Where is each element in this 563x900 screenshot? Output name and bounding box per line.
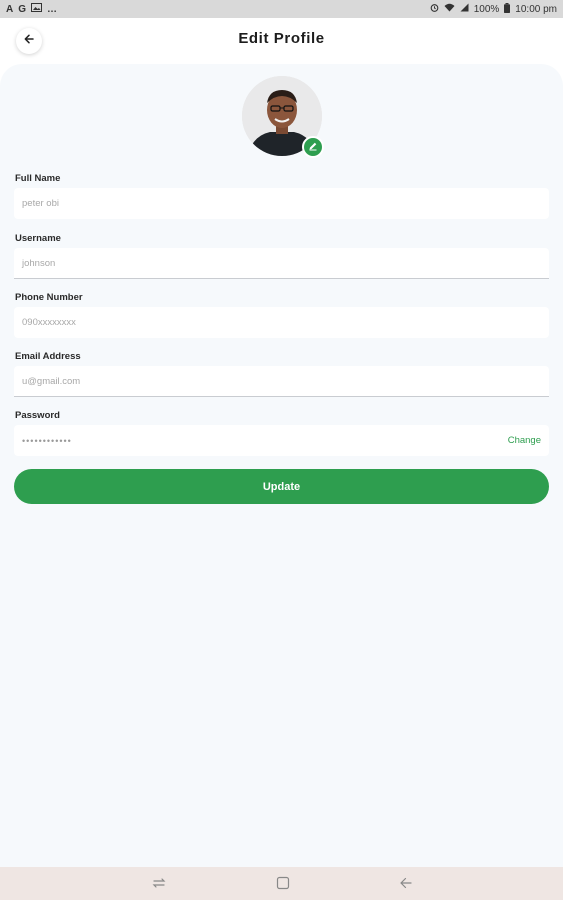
phone-value: 090xxxxxxxx — [22, 317, 76, 328]
email-field[interactable]: u@gmail.com — [14, 366, 549, 397]
username-field[interactable]: johnson — [14, 248, 549, 279]
avatar-container — [242, 76, 324, 158]
full-name-label: Full Name — [15, 173, 61, 184]
phone-label: Phone Number — [15, 292, 83, 303]
battery-icon — [504, 2, 511, 16]
header: Edit Profile — [0, 18, 563, 64]
status-right: 100% 10:00 pm — [430, 2, 557, 16]
password-field[interactable]: •••••••••••• Change — [14, 425, 549, 456]
image-icon — [31, 3, 43, 15]
update-button[interactable]: Update — [14, 469, 549, 504]
status-bar: A G … 100% 10:00 pm — [0, 0, 563, 18]
status-time: 10:00 pm — [515, 3, 557, 15]
password-label: Password — [15, 410, 60, 421]
status-left: A G … — [6, 3, 57, 15]
change-password-link[interactable]: Change — [508, 435, 541, 446]
username-value: johnson — [22, 257, 56, 269]
signal-icon — [460, 3, 469, 15]
full-name-value: peter obi — [22, 198, 59, 209]
battery-percent: 100% — [473, 3, 500, 15]
recents-button[interactable] — [151, 875, 167, 891]
edit-profile-panel: Full Name peter obi Username johnson Pho… — [0, 64, 563, 867]
phone-field[interactable]: 090xxxxxxxx — [14, 307, 549, 338]
wifi-icon — [444, 3, 455, 15]
status-g-glyph: G — [18, 3, 27, 15]
edit-photo-button[interactable] — [302, 136, 324, 158]
back-arrow-icon — [398, 877, 414, 895]
home-button[interactable] — [275, 875, 291, 891]
full-name-field[interactable]: peter obi — [14, 188, 549, 219]
alarm-icon — [430, 3, 439, 15]
password-value: •••••••••••• — [22, 435, 72, 446]
status-a-glyph: A — [6, 3, 14, 15]
email-value: u@gmail.com — [22, 375, 81, 387]
username-label: Username — [15, 233, 61, 244]
nav-back-button[interactable] — [398, 875, 414, 891]
pencil-icon — [308, 138, 318, 156]
page-title: Edit Profile — [238, 30, 325, 47]
recents-icon — [151, 878, 167, 895]
system-nav-bar — [0, 867, 563, 900]
home-icon — [275, 876, 291, 895]
email-label: Email Address — [15, 351, 81, 362]
status-more-glyph: … — [47, 3, 58, 15]
